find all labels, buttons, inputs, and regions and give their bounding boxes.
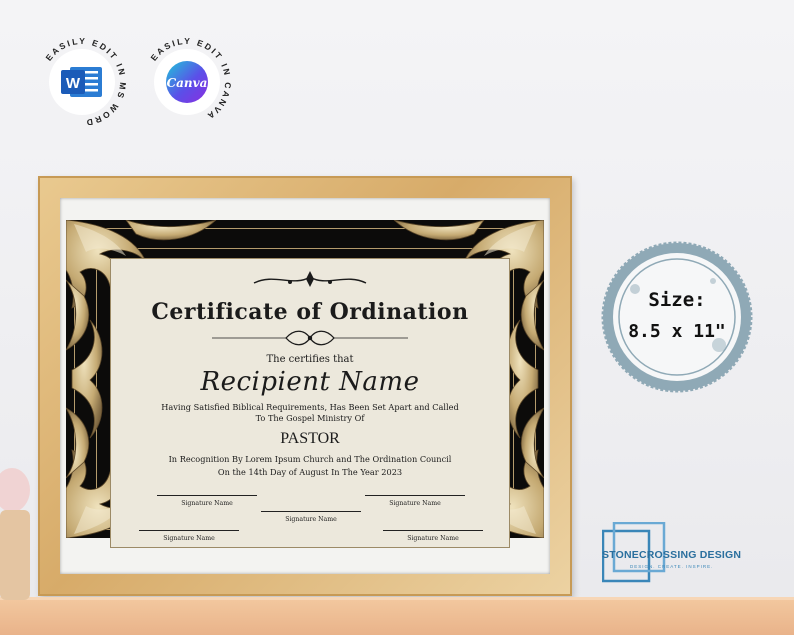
body-line-2: To The Gospel Ministry Of: [255, 413, 365, 423]
brand-logo: STONECROSSING DESIGN DESIGN. CREATE. INS…: [602, 522, 752, 584]
svg-text:W: W: [66, 75, 81, 92]
wooden-table: [0, 600, 794, 635]
recognition-line-1: In Recognition By Lorem Ipsum Church and…: [168, 454, 452, 464]
signature-label: Signature Name: [181, 500, 233, 507]
office-title: PASTOR: [280, 430, 340, 447]
recognition-line-2: On the 14th Day of August In The Year 20…: [217, 467, 403, 477]
title-flourish-bottom: [212, 330, 408, 346]
size-label: Size:: [648, 289, 706, 311]
signature-label: Signature Name: [407, 535, 459, 542]
word-icon: W: [61, 67, 102, 97]
certificate-border: Certificate of Ordination The certifies …: [66, 220, 544, 548]
signature-block: Signature Name: [383, 530, 483, 542]
canva-badge: EASILY EDIT IN CANVA Canva: [139, 34, 235, 130]
brand-tagline: DESIGN. CREATE. INSPIRE.: [630, 564, 714, 569]
canva-logo-text: Canva: [167, 76, 208, 90]
frame-mat: Certificate of Ordination The certifies …: [60, 198, 550, 574]
signature-block: Signature Name: [157, 495, 257, 507]
certifies-line: The certifies that: [266, 354, 354, 365]
signature-block: Signature Name: [365, 495, 465, 507]
size-stamp: Size: 8.5 x 11": [601, 241, 753, 393]
size-value: 8.5 x 11": [628, 321, 726, 342]
recipient-name: Recipient Name: [200, 367, 420, 397]
certificate-title: Certificate of Ordination: [151, 299, 469, 325]
title-flourish-top: [253, 271, 367, 287]
body-line-1: Having Satisfied Biblical Requirements, …: [161, 402, 459, 412]
signature-label: Signature Name: [163, 535, 215, 542]
signature-label: Signature Name: [285, 516, 337, 523]
signature-block: Signature Name: [261, 511, 361, 523]
picture-frame: Certificate of Ordination The certifies …: [38, 176, 572, 596]
signature-label: Signature Name: [389, 500, 441, 507]
brand-name: STONECROSSING DESIGN: [602, 549, 742, 561]
mug-icon: [0, 468, 30, 600]
certificate-paper: Certificate of Ordination The certifies …: [110, 258, 510, 548]
canva-icon: Canva: [166, 61, 208, 103]
ms-word-badge: EASILY EDIT IN MS WORD W: [34, 34, 130, 130]
signature-block: Signature Name: [139, 530, 239, 542]
